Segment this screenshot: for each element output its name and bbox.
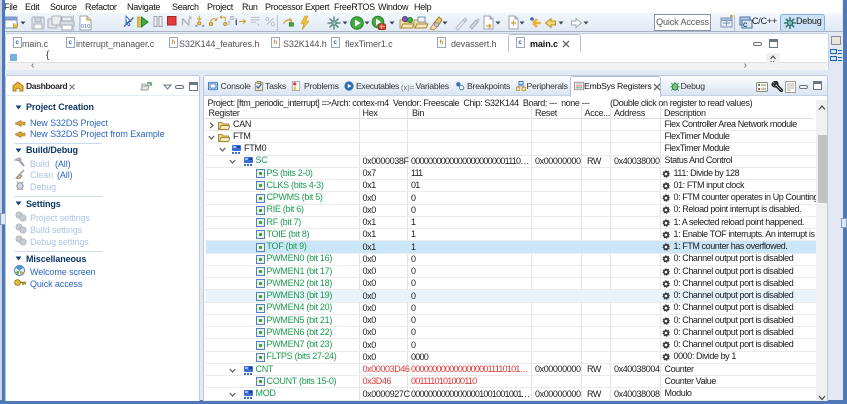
svg-text:i: i <box>235 17 237 27</box>
svg-text:(x)=: (x)= <box>401 83 415 92</box>
svg-text:C: C <box>743 23 748 29</box>
svg-text:010: 010 <box>81 24 90 30</box>
